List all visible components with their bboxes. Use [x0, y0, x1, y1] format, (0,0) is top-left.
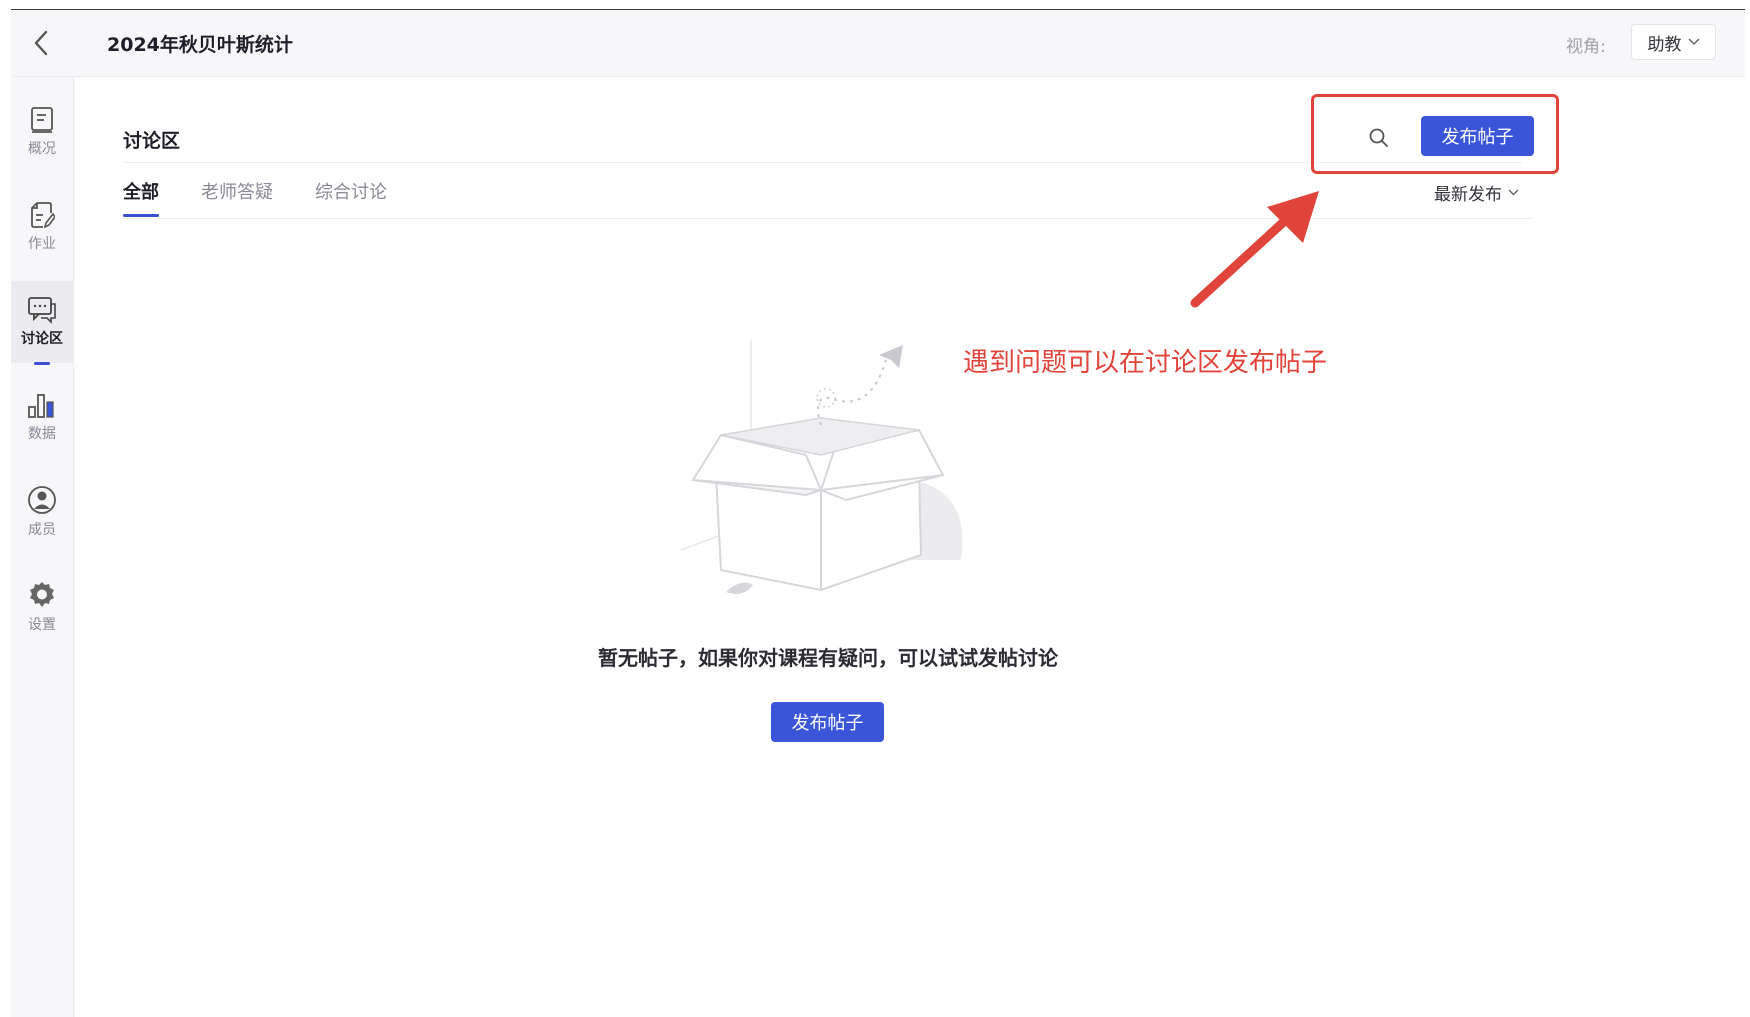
discussion-icon	[28, 297, 56, 324]
sidebar-item-members[interactable]: 成员	[11, 471, 73, 553]
data-chart-icon	[28, 394, 54, 418]
chevron-left-icon	[34, 30, 48, 56]
annotation-text: 遇到问题可以在讨论区发布帖子	[963, 348, 1328, 378]
view-label: 视角:	[1566, 37, 1606, 57]
chevron-down-icon	[1508, 189, 1519, 196]
sort-select[interactable]: 最新发布	[1434, 180, 1519, 205]
overview-icon	[31, 107, 53, 133]
tab-teacher-qa[interactable]: 老师答疑	[201, 178, 273, 218]
sidebar-item-label: 设置	[28, 617, 56, 633]
sidebar-item-settings[interactable]: 设置	[11, 566, 73, 648]
role-value: 助教	[1647, 34, 1682, 55]
sidebar-item-label: 成员	[28, 522, 56, 538]
sidebar-item-label: 概况	[28, 141, 56, 157]
tab-bar: 全部 老师答疑 综合讨论	[123, 178, 387, 218]
active-indicator	[34, 362, 50, 365]
empty-state-post-button[interactable]: 发布帖子	[771, 702, 884, 742]
sidebar-item-data[interactable]: 数据	[11, 376, 73, 458]
sidebar-item-label: 作业	[28, 236, 56, 252]
tab-all[interactable]: 全部	[123, 178, 159, 218]
sidebar-item-label: 数据	[28, 426, 56, 442]
role-select[interactable]: 助教	[1631, 24, 1716, 60]
sidebar-item-overview[interactable]: 概况	[11, 91, 73, 173]
sidebar: 概况 作业 讨论区 数据 成员 设置	[11, 77, 74, 1017]
homework-icon	[31, 202, 55, 229]
back-button[interactable]	[11, 10, 73, 76]
chevron-down-icon	[1687, 38, 1700, 46]
empty-box-illustration	[680, 340, 963, 594]
sidebar-item-discussion[interactable]: 讨论区	[11, 281, 73, 365]
top-bar: 2024年秋贝叶斯统计 视角: 助教	[11, 10, 1745, 77]
section-title: 讨论区	[123, 130, 181, 152]
annotation-arrow-icon	[1190, 191, 1319, 308]
annotation-highlight-box	[1311, 94, 1559, 174]
course-title: 2024年秋贝叶斯统计	[107, 34, 293, 56]
sidebar-item-homework[interactable]: 作业	[11, 186, 73, 268]
sort-label: 最新发布	[1434, 185, 1502, 205]
tab-general-discussion[interactable]: 综合讨论	[315, 178, 387, 218]
empty-state-message: 暂无帖子，如果你对课程有疑问，可以试试发帖讨论	[598, 646, 1058, 670]
member-icon	[28, 486, 56, 514]
sidebar-item-label: 讨论区	[21, 331, 63, 347]
gear-icon	[30, 582, 54, 607]
app-frame: 2024年秋贝叶斯统计 视角: 助教 概况 作业 讨论区 数据 成员 设置 讨论…	[11, 9, 1745, 1017]
